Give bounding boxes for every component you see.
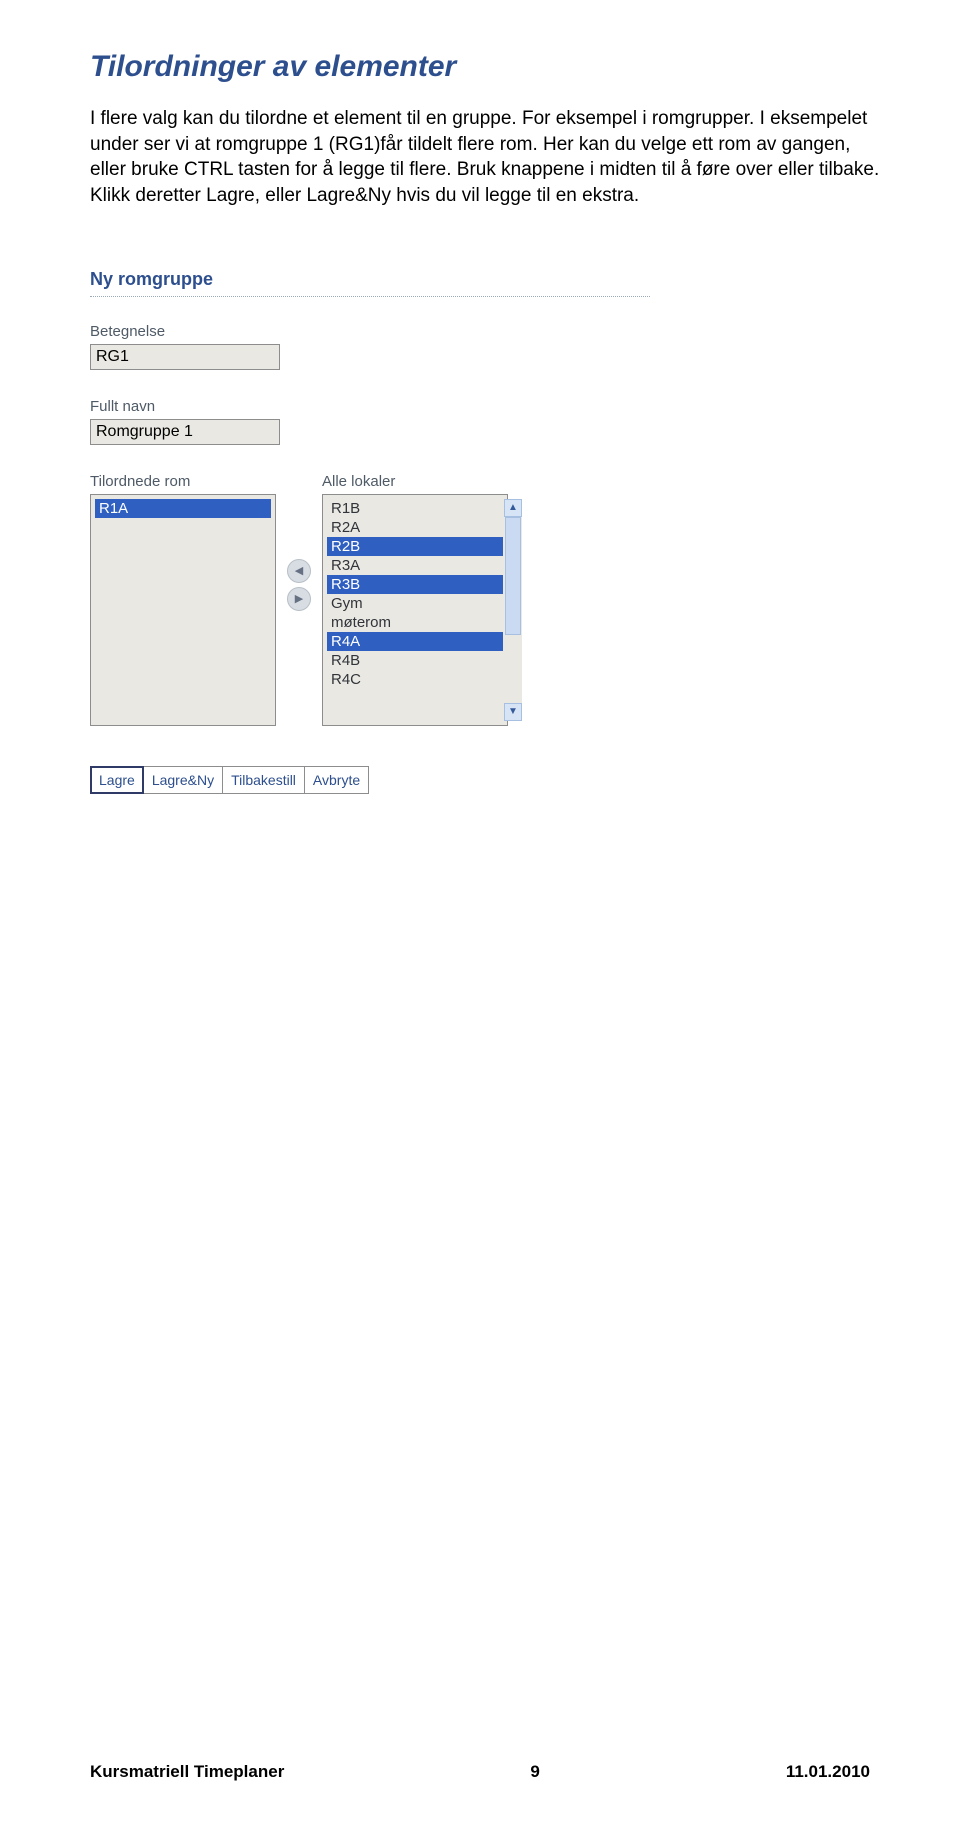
fullt-navn-input[interactable] <box>90 419 280 445</box>
all-column: Alle lokaler R1B R2A R2B R3A R3B Gym møt… <box>322 473 508 726</box>
assigned-listbox[interactable]: R1A <box>90 494 276 726</box>
footer-date: 11.01.2010 <box>786 1762 870 1782</box>
transfer-arrows: ◀ ▶ <box>276 473 322 611</box>
footer-page-number: 9 <box>530 1762 539 1782</box>
betegnelse-input[interactable] <box>90 344 280 370</box>
move-right-button[interactable]: ▶ <box>287 587 311 611</box>
chevron-left-icon: ◀ <box>295 564 303 577</box>
assigned-column: Tilordnede rom R1A <box>90 473 276 726</box>
footer-left: Kursmatriell Timeplaner <box>90 1762 284 1782</box>
list-item[interactable]: R4C <box>327 670 503 689</box>
page-footer: Kursmatriell Timeplaner 9 11.01.2010 <box>0 1762 960 1782</box>
field-betegnelse: Betegnelse <box>90 323 650 370</box>
list-item[interactable]: R1B <box>327 499 503 518</box>
list-item[interactable]: R1A <box>95 499 271 518</box>
list-item[interactable]: R3A <box>327 556 503 575</box>
chevron-right-icon: ▶ <box>295 592 303 605</box>
transfer-lists: Tilordnede rom R1A ◀ ▶ Alle lokaler R1B … <box>90 473 650 726</box>
all-label: Alle lokaler <box>322 473 508 490</box>
page-title: Tilordninger av elementer <box>90 50 880 84</box>
scrollbar[interactable]: ▲ ▼ <box>504 499 522 721</box>
fullt-navn-label: Fullt navn <box>90 398 650 415</box>
scroll-track[interactable] <box>504 517 522 703</box>
reset-button[interactable]: Tilbakestill <box>223 766 305 794</box>
dialog-title: Ny romgruppe <box>90 269 650 290</box>
cancel-button[interactable]: Avbryte <box>305 766 369 794</box>
dialog-screenshot: Ny romgruppe Betegnelse Fullt navn Tilor… <box>90 269 650 794</box>
list-item[interactable]: Gym <box>327 594 503 613</box>
move-left-button[interactable]: ◀ <box>287 559 311 583</box>
divider <box>90 296 650 297</box>
list-item[interactable]: møterom <box>327 613 503 632</box>
scroll-thumb[interactable] <box>505 517 521 635</box>
scroll-down-button[interactable]: ▼ <box>504 703 522 721</box>
save-new-button[interactable]: Lagre&Ny <box>144 766 223 794</box>
list-item[interactable]: R2A <box>327 518 503 537</box>
list-item[interactable]: R2B <box>327 537 503 556</box>
scroll-up-button[interactable]: ▲ <box>504 499 522 517</box>
field-fullt-navn: Fullt navn <box>90 398 650 445</box>
intro-paragraph: I flere valg kan du tilordne et element … <box>90 106 880 209</box>
chevron-down-icon: ▼ <box>508 706 518 717</box>
list-item[interactable]: R4B <box>327 651 503 670</box>
list-item[interactable]: R4A <box>327 632 503 651</box>
save-button[interactable]: Lagre <box>90 766 144 794</box>
all-listbox[interactable]: R1B R2A R2B R3A R3B Gym møterom R4A R4B … <box>322 494 508 726</box>
assigned-label: Tilordnede rom <box>90 473 276 490</box>
list-item[interactable]: R3B <box>327 575 503 594</box>
action-buttons: Lagre Lagre&Ny Tilbakestill Avbryte <box>90 766 650 794</box>
betegnelse-label: Betegnelse <box>90 323 650 340</box>
chevron-up-icon: ▲ <box>508 502 518 513</box>
